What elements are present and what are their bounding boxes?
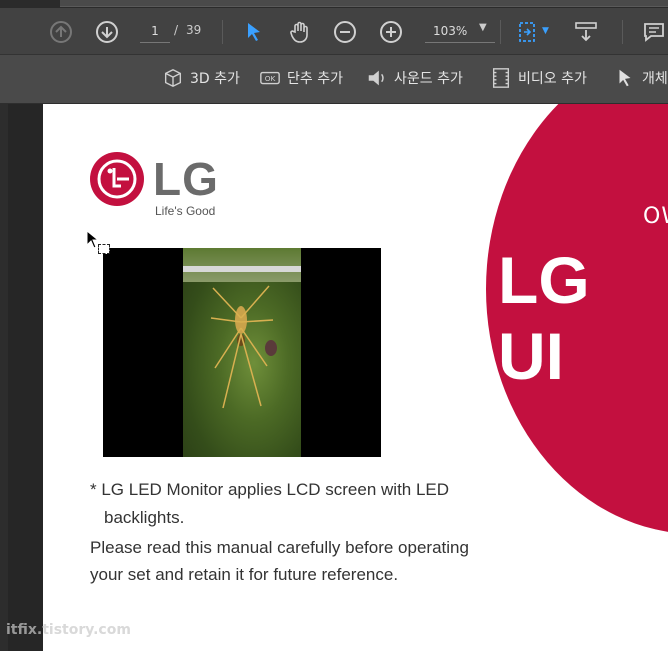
watermark: itfix.tistory.com	[6, 622, 131, 638]
fit-dropdown-icon[interactable]: ▼	[542, 26, 549, 36]
add-video-button[interactable]: 비디오 추가	[490, 66, 587, 90]
film-icon	[492, 68, 510, 88]
scroll-mode-icon[interactable]	[574, 20, 598, 44]
comment-icon[interactable]	[642, 20, 666, 44]
arrow-down-icon[interactable]	[95, 20, 119, 44]
fit-page-icon[interactable]	[516, 20, 540, 44]
speaker-icon	[368, 70, 384, 86]
add-3d-label: 3D 추가	[190, 71, 240, 87]
add-sound-button[interactable]: 사운드 추가	[366, 66, 463, 90]
video-frame	[183, 248, 301, 457]
note-line-2: backlights.	[104, 508, 185, 527]
paragraph-line-2: your set and retain it for future refere…	[90, 565, 399, 584]
zoom-select[interactable]: 103% ▼	[425, 20, 495, 43]
note-line-1: * LG LED Monitor applies LCD screen with…	[90, 480, 450, 499]
window-tab	[60, 0, 668, 7]
document-page: OW LG UI LG Life's Good * LG LED Monitor…	[43, 104, 668, 651]
main-toolbar: / 39 103% ▼ ▼	[0, 8, 668, 55]
pointer-icon	[619, 69, 631, 87]
left-gutter	[0, 104, 43, 651]
banner-title: LG UI	[498, 243, 590, 393]
window-top-strip	[0, 0, 668, 8]
ok-button-icon: OK	[260, 71, 280, 85]
manual-paragraph: Please read this manual carefully before…	[90, 534, 520, 588]
page-total: 39	[186, 23, 202, 37]
zoom-value: 103%	[433, 24, 468, 38]
led-note: * LG LED Monitor applies LCD screen with…	[90, 476, 449, 532]
add-object-button[interactable]: 개체	[614, 66, 668, 90]
brand-wordmark: LG	[153, 153, 219, 205]
select-pointer-icon[interactable]	[242, 20, 266, 44]
embedded-video[interactable]	[103, 248, 381, 457]
banner-small-text: OW	[643, 204, 668, 229]
cube-icon	[164, 68, 182, 88]
zoom-out-icon[interactable]	[333, 20, 357, 44]
brand-tagline: Life's Good	[155, 204, 216, 218]
hand-tool-icon[interactable]	[288, 20, 312, 44]
add-sound-label: 사운드 추가	[394, 71, 463, 87]
add-button-button[interactable]: OK 단추 추가	[259, 66, 343, 90]
page-separator: /	[174, 23, 179, 37]
chevron-down-icon[interactable]: ▼	[479, 22, 487, 33]
toolbar-divider	[622, 20, 623, 44]
paragraph-line-1: Please read this manual carefully before…	[90, 538, 469, 557]
add-object-label: 개체	[642, 71, 668, 87]
add-video-label: 비디오 추가	[518, 71, 587, 87]
zoom-in-icon[interactable]	[379, 20, 403, 44]
add-3d-button[interactable]: 3D 추가	[162, 66, 240, 90]
page-number-input[interactable]	[140, 20, 170, 43]
toolbar-divider	[500, 20, 501, 44]
spider-image	[210, 285, 277, 409]
arrow-up-icon[interactable]	[49, 20, 73, 44]
toolbar-divider	[222, 20, 223, 44]
cursor-video-badge-icon	[98, 244, 110, 254]
lg-logo-icon	[90, 152, 144, 206]
svg-text:OK: OK	[265, 74, 276, 83]
add-button-label: 단추 추가	[287, 71, 343, 87]
